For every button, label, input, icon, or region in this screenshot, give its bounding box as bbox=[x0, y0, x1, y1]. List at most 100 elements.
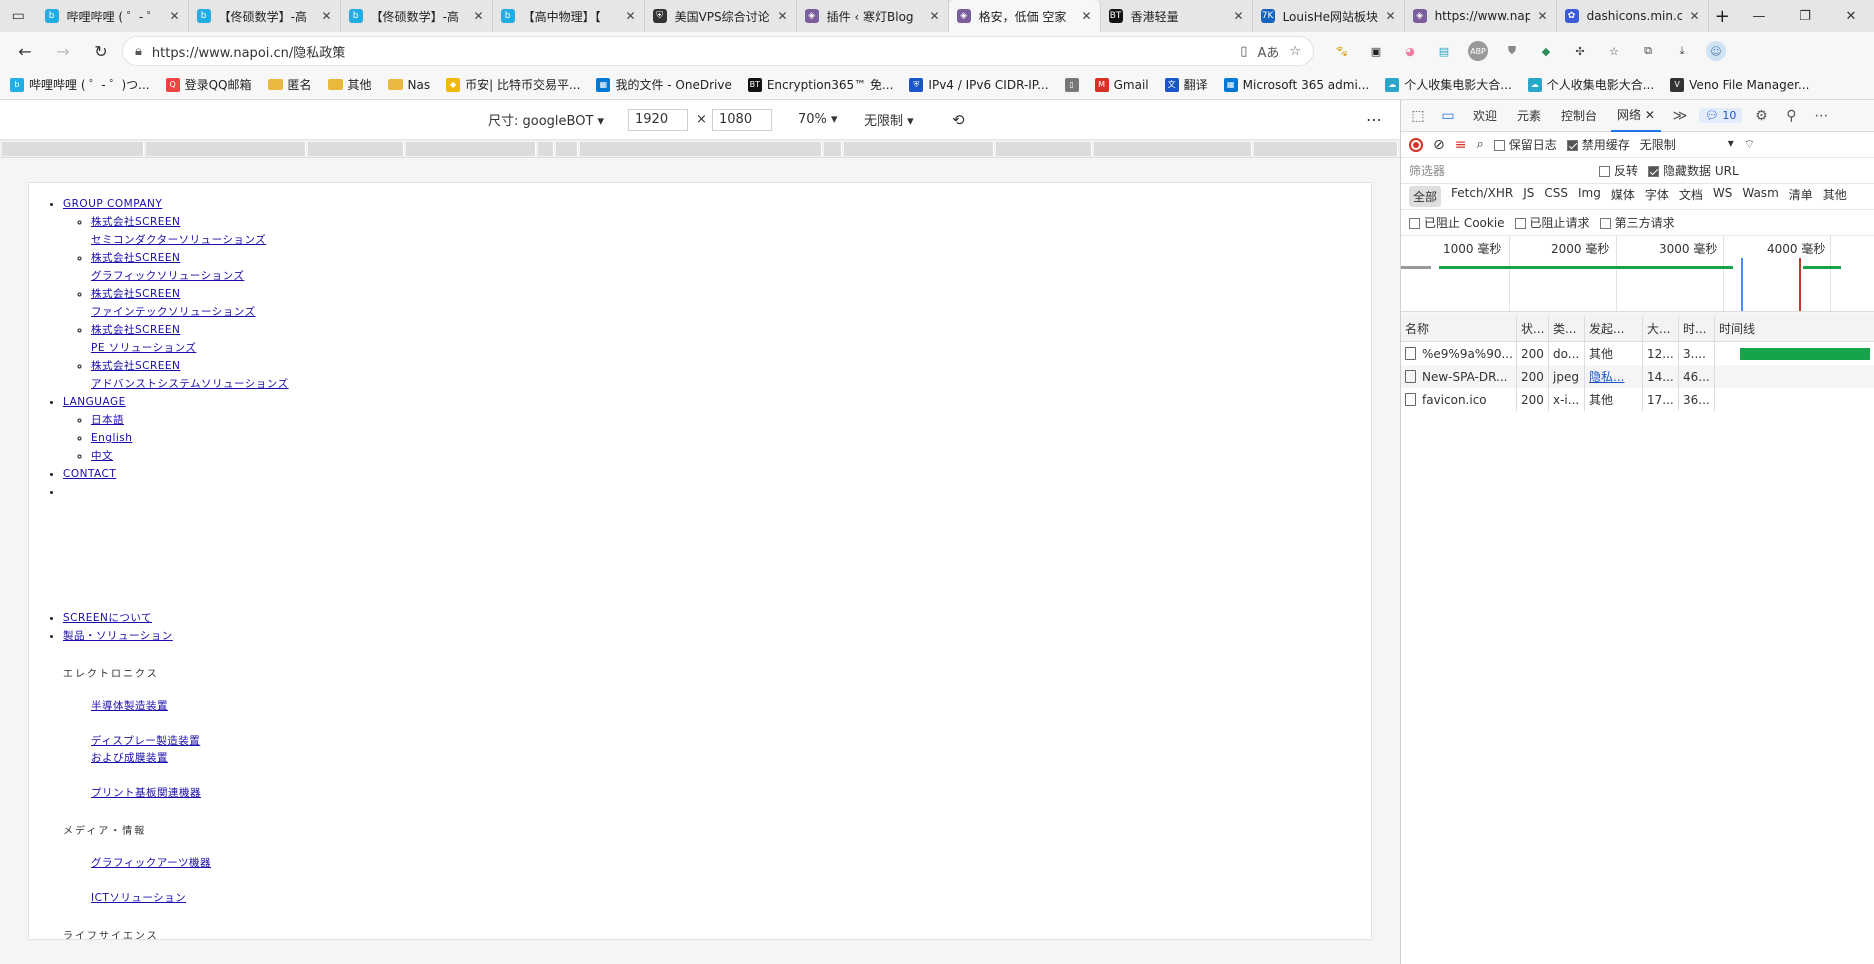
device-size-select[interactable]: 尺寸: googleBOT ▾ bbox=[488, 110, 604, 129]
extension-shield-icon[interactable]: ⛊ bbox=[1502, 41, 1522, 61]
bookmark-item[interactable]: ▯ bbox=[1064, 77, 1079, 92]
bookmark-item[interactable]: b 哔哩哔哩 ( ゜- ゜)つ... bbox=[10, 76, 150, 93]
ruler-segment[interactable] bbox=[556, 142, 578, 156]
sub-nav-link-line2[interactable]: PE ソリューションズ bbox=[91, 339, 1371, 357]
tab-close-icon[interactable]: ✕ bbox=[930, 9, 940, 23]
ruler-segment[interactable] bbox=[308, 142, 404, 156]
product-link[interactable]: プリント基板関連機器 bbox=[91, 785, 1371, 802]
favorites-icon[interactable]: ☆ bbox=[1604, 41, 1624, 61]
customize-icon[interactable]: ⚲ bbox=[1780, 105, 1802, 127]
ruler-segment[interactable] bbox=[824, 142, 842, 156]
bookmark-item[interactable]: 文翻译 bbox=[1164, 76, 1208, 93]
tab-close-icon[interactable]: ✕ bbox=[474, 9, 484, 23]
sub-nav-link[interactable]: 日本語 bbox=[91, 411, 1371, 429]
bookmark-item[interactable]: Q 登录QQ邮箱 bbox=[165, 76, 252, 93]
column-header[interactable]: 类... bbox=[1549, 316, 1585, 341]
ruler-segment[interactable] bbox=[538, 142, 554, 156]
tab-console[interactable]: 控制台 bbox=[1555, 100, 1603, 132]
extension-bili-icon[interactable]: ◕ bbox=[1400, 41, 1420, 61]
more-tabs-icon[interactable]: ≫ bbox=[1669, 105, 1691, 127]
url-text[interactable]: https://www.napoi.cn/隐私政策 bbox=[152, 42, 1230, 61]
sub-nav-link[interactable]: 株式会社SCREEN bbox=[91, 285, 1371, 303]
rotate-icon[interactable]: ⟲ bbox=[952, 111, 965, 129]
type-filter-3[interactable]: CSS bbox=[1544, 186, 1568, 207]
downloads-icon[interactable]: ⤓ bbox=[1672, 41, 1692, 61]
tab-close-icon[interactable]: ✕ bbox=[1538, 9, 1548, 23]
restore-icon[interactable]: ❐ bbox=[1782, 0, 1828, 32]
reader-view-icon[interactable]: ▯ bbox=[1240, 44, 1247, 59]
network-conditions-icon[interactable]: ⌔ bbox=[1744, 137, 1755, 152]
type-filter-6[interactable]: 字体 bbox=[1645, 186, 1669, 207]
bookmark-item[interactable]: ◆ 币安| 比特币交易平... bbox=[446, 76, 580, 93]
tab-close-icon[interactable]: ✕ bbox=[1082, 9, 1092, 23]
ruler-segment[interactable] bbox=[996, 142, 1092, 156]
sub-nav-link[interactable]: 株式会社SCREEN bbox=[91, 213, 1371, 231]
browser-tab[interactable]: ✿ dashicons.min.c ✕ bbox=[1557, 0, 1709, 32]
ruler-segment[interactable] bbox=[580, 142, 822, 156]
tab-elements[interactable]: 元素 bbox=[1511, 100, 1547, 132]
third-party-checkbox[interactable]: 第三方请求 bbox=[1599, 214, 1675, 231]
close-tab-icon[interactable]: ✕ bbox=[1645, 108, 1655, 122]
overview-timeline[interactable]: 1000 毫秒 2000 毫秒 3000 毫秒 4000 毫秒 bbox=[1401, 236, 1874, 312]
tab-actions-icon[interactable]: ▭ bbox=[0, 0, 37, 32]
browser-tab[interactable]: 7K LouisHe网站板块 ✕ bbox=[1253, 0, 1405, 32]
device-toggle-icon[interactable]: ▭ bbox=[1437, 105, 1459, 127]
nav-link[interactable]: GROUP COMPANY bbox=[63, 198, 162, 210]
minimize-icon[interactable]: — bbox=[1736, 0, 1782, 32]
table-row[interactable]: favicon.ico 200 x-i... 其他 17... 36... bbox=[1401, 388, 1874, 411]
browser-tab[interactable]: ◈ 格安，低価 空家 ✕ bbox=[948, 0, 1101, 32]
extension-screen-icon[interactable]: ▤ bbox=[1434, 41, 1454, 61]
bookmark-item[interactable]: 匿名 bbox=[267, 76, 312, 93]
type-filter-0[interactable]: 全部 bbox=[1409, 186, 1442, 207]
tab-close-icon[interactable]: ✕ bbox=[626, 9, 636, 23]
collections-icon[interactable]: ⧉ bbox=[1638, 41, 1658, 61]
type-filter-5[interactable]: 媒体 bbox=[1611, 186, 1635, 207]
blocked-requests-checkbox[interactable]: 已阻止请求 bbox=[1514, 214, 1590, 231]
browser-tab[interactable]: ◈ https://www.nap ✕ bbox=[1405, 0, 1557, 32]
type-filter-7[interactable]: 文档 bbox=[1679, 186, 1703, 207]
clear-icon[interactable]: ⊘ bbox=[1433, 137, 1445, 153]
tab-close-icon[interactable]: ✕ bbox=[1234, 9, 1244, 23]
product-link[interactable]: グラフィックアーツ機器 bbox=[91, 855, 1371, 872]
search-icon[interactable]: ⌕ bbox=[1476, 137, 1483, 152]
settings-gear-icon[interactable]: ⚙ bbox=[1750, 105, 1772, 127]
tab-welcome[interactable]: 欢迎 bbox=[1467, 100, 1503, 132]
ruler-segment[interactable] bbox=[146, 142, 306, 156]
sub-nav-link-line2[interactable]: アドバンストシステムソリューションズ bbox=[91, 375, 1371, 393]
inspect-icon[interactable]: ⬚ bbox=[1407, 105, 1429, 127]
site-nav-link[interactable]: 製品・ソリューション bbox=[63, 630, 173, 642]
sub-nav-link[interactable]: 中文 bbox=[91, 447, 1371, 465]
new-tab-button[interactable]: + bbox=[1709, 0, 1736, 32]
bookmark-item[interactable]: ☁ 个人收集电影大合... bbox=[1385, 76, 1512, 93]
bookmark-item[interactable]: Nas bbox=[387, 78, 430, 92]
browser-tab[interactable]: b 【佟硕数学】-高 ✕ bbox=[341, 0, 493, 32]
preserve-log-checkbox[interactable]: 保留日志 bbox=[1493, 136, 1557, 153]
more-options-icon[interactable]: ⋯ bbox=[1366, 110, 1382, 129]
extensions-puzzle-icon[interactable]: ✣ bbox=[1570, 41, 1590, 61]
blocked-cookies-checkbox[interactable]: 已阻止 Cookie bbox=[1409, 214, 1505, 231]
sub-nav-link[interactable]: 株式会社SCREEN bbox=[91, 357, 1371, 375]
address-input[interactable]: 🔒︎ https://www.napoi.cn/隐私政策 ▯ Aあ ☆ bbox=[122, 36, 1314, 66]
cell-initiator[interactable]: 隐私... bbox=[1585, 365, 1643, 388]
browser-tab[interactable]: b 【佟硕数学】-高 ✕ bbox=[189, 0, 341, 32]
ruler-segment[interactable] bbox=[1254, 142, 1398, 156]
forward-button[interactable]: → bbox=[46, 36, 80, 66]
hide-data-urls-checkbox[interactable]: 隐藏数据 URL bbox=[1648, 162, 1739, 179]
nav-link[interactable]: CONTACT bbox=[63, 468, 116, 480]
sub-nav-link-line2[interactable]: ファインテックソリューションズ bbox=[91, 303, 1371, 321]
ruler-segment[interactable] bbox=[2, 142, 144, 156]
bookmark-item[interactable]: M Gmail bbox=[1094, 77, 1149, 92]
record-icon[interactable] bbox=[1409, 137, 1423, 152]
type-filter-2[interactable]: JS bbox=[1523, 186, 1534, 207]
refresh-button[interactable]: ↻ bbox=[84, 36, 118, 66]
sub-nav-link-line2[interactable]: グラフィックソリューションズ bbox=[91, 267, 1371, 285]
bookmark-item[interactable]: ☁ 个人收集电影大合... bbox=[1527, 76, 1654, 93]
close-window-icon[interactable]: ✕ bbox=[1828, 0, 1874, 32]
network-throttle-select[interactable]: 无限制 ▾ bbox=[1640, 136, 1734, 153]
type-filter-8[interactable]: WS bbox=[1713, 186, 1732, 207]
throttle-select[interactable]: 无限制 ▾ bbox=[864, 110, 914, 129]
tab-close-icon[interactable]: ✕ bbox=[1690, 9, 1700, 23]
bookmark-item[interactable]: 其他 bbox=[327, 76, 372, 93]
table-row[interactable]: New-SPA-DR... 200 jpeg 隐私... 14... 46... bbox=[1401, 365, 1874, 388]
sub-nav-link[interactable]: 株式会社SCREEN bbox=[91, 321, 1371, 339]
